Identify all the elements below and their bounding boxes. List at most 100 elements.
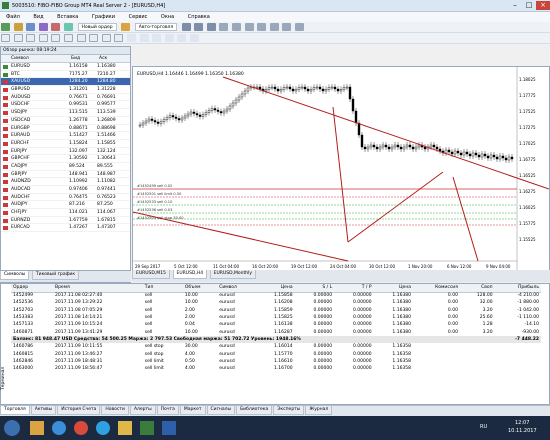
- trendline-icon[interactable]: [51, 34, 61, 42]
- chart-tab-m15[interactable]: EURUSD,M15: [132, 270, 170, 279]
- chrome-icon[interactable]: [74, 421, 88, 435]
- vertical-line-icon[interactable]: [26, 34, 36, 42]
- crosshair-icon[interactable]: [13, 34, 23, 42]
- menu-windows[interactable]: Окна: [155, 12, 180, 22]
- indicators-icon[interactable]: [269, 23, 279, 31]
- market-watch-row[interactable]: GBPCHF 1.30592 1.30643: [1, 155, 130, 163]
- terminal-tab[interactable]: Алерты: [129, 406, 156, 415]
- market-watch-row[interactable]: AUDJPY 87.216 87.250: [1, 201, 130, 210]
- col-header[interactable]: Цена: [255, 284, 295, 293]
- market-watch-row[interactable]: AUDNZD 1.10992 1.11082: [1, 178, 130, 186]
- terminal-tab[interactable]: Почта: [156, 406, 179, 415]
- period-m15-icon[interactable]: [152, 34, 162, 42]
- terminal-tab[interactable]: Маркет: [179, 406, 206, 415]
- col-header[interactable]: T / P: [334, 284, 374, 293]
- terminal-tab[interactable]: Журнал: [305, 406, 333, 415]
- order-row[interactable]: 1452499 2017.11.08 02:27:40 sell 10.00 eurus…: [11, 292, 541, 299]
- market-watch-row[interactable]: CADJPY 89.524 89.555: [1, 163, 130, 171]
- tab-tick-chart[interactable]: Тиковый график: [31, 271, 80, 280]
- tab-symbols[interactable]: Символы: [0, 271, 30, 280]
- col-header[interactable]: Время: [52, 284, 143, 293]
- market-watch-icon[interactable]: [26, 23, 36, 31]
- menu-charts[interactable]: Графики: [86, 12, 121, 22]
- menu-help[interactable]: Справка: [182, 12, 216, 22]
- zoom-in-icon[interactable]: [219, 23, 229, 31]
- horizontal-line-icon[interactable]: [38, 34, 48, 42]
- col-bid[interactable]: Бид: [71, 56, 80, 61]
- market-watch-row[interactable]: AUDCAD 0.97406 0.97441: [1, 186, 130, 194]
- word-icon[interactable]: [162, 421, 176, 435]
- market-watch-row[interactable]: CHFJPY 114.021 114.067: [1, 209, 130, 217]
- templates-icon[interactable]: [295, 23, 305, 31]
- periods-icon[interactable]: [282, 23, 292, 31]
- order-row[interactable]: 1452703 2017.11.08 07:05:29 sell 2.00 eurusd…: [11, 307, 541, 314]
- col-header[interactable]: Символ: [217, 284, 256, 293]
- col-header[interactable]: Тип: [142, 284, 183, 293]
- order-row[interactable]: 1457133 2017.11.09 10:15:24 sell 0.04 eurusd…: [11, 321, 541, 328]
- menu-view[interactable]: Вид: [27, 12, 49, 22]
- terminal-tab[interactable]: Эксперты: [273, 406, 305, 415]
- market-watch-row[interactable]: USDCHF 0.99531 0.99577: [1, 101, 130, 110]
- market-watch-row[interactable]: EURJPY 132.097 132.124: [1, 148, 130, 156]
- chart-window[interactable]: EURUSD,H4 1.16446 1.16499 1.16350 1.1638…: [132, 66, 550, 276]
- pending-order-row[interactable]: 1462846 2017.11.09 18:48:31 sell limit 0.50…: [11, 358, 541, 365]
- terminal-tab[interactable]: Торговля: [0, 406, 30, 415]
- col-header[interactable]: Комиссия: [413, 284, 460, 293]
- start-button[interactable]: [4, 420, 20, 436]
- zoom-out-icon[interactable]: [232, 23, 242, 31]
- clock-date[interactable]: 10.11.2017: [508, 428, 537, 434]
- language-indicator[interactable]: RU: [480, 424, 487, 430]
- label-icon[interactable]: [101, 34, 111, 42]
- order-row[interactable]: 1452536 2017.11.09 13:29:22 sell 10.00 eurus…: [11, 299, 541, 306]
- menu-file[interactable]: Файл: [0, 12, 26, 22]
- market-watch-row[interactable]: AUDCHF 0.76475 0.76523: [1, 194, 130, 202]
- autotrading-button[interactable]: Авто-торговля: [134, 23, 178, 31]
- terminal-tab[interactable]: Сигналы: [206, 406, 236, 415]
- profiles-icon[interactable]: [13, 23, 23, 31]
- period-d1-icon[interactable]: [189, 34, 199, 42]
- metatrader-icon[interactable]: [140, 421, 154, 435]
- explorer-icon[interactable]: [30, 421, 44, 435]
- new-order-button[interactable]: Новый ордер: [77, 23, 117, 31]
- col-header[interactable]: Цена: [373, 284, 414, 293]
- tile-icon[interactable]: [244, 23, 254, 31]
- period-m1-icon[interactable]: [126, 34, 136, 42]
- order-row[interactable]: 1460871 2017.11.09 13:41:29 sell 10.00 eurus…: [11, 328, 541, 335]
- market-watch-row[interactable]: EURAUD 1.51427 1.51466: [1, 132, 130, 140]
- arrow-icon[interactable]: [114, 34, 124, 42]
- pending-order-row[interactable]: 1460815 2017.11.09 13:46:27 sell stop 4.00 e…: [11, 350, 541, 357]
- market-watch-row[interactable]: GBPUSD 1.31201 1.31228: [1, 86, 130, 94]
- period-m5-icon[interactable]: [139, 34, 149, 42]
- close-button[interactable]: ×: [536, 1, 550, 10]
- chart-canvas[interactable]: EURUSD,H4 1.16446 1.16499 1.16350 1.1638…: [133, 67, 549, 271]
- menu-insert[interactable]: Вставка: [51, 12, 84, 22]
- terminal-tab[interactable]: История Счета: [57, 406, 101, 415]
- menu-tools[interactable]: Сервис: [123, 12, 154, 22]
- market-watch-row[interactable]: EURCAD 1.47267 1.47307: [1, 224, 130, 233]
- metaeditor-icon[interactable]: [121, 23, 131, 31]
- fibo-icon[interactable]: [76, 34, 86, 42]
- tester-icon[interactable]: [63, 23, 73, 31]
- skype-icon[interactable]: [96, 421, 110, 435]
- col-header[interactable]: Объем: [182, 284, 218, 293]
- col-header[interactable]: Своп: [459, 284, 495, 293]
- ie-icon[interactable]: [52, 421, 66, 435]
- col-header[interactable]: Ордер: [11, 284, 53, 293]
- market-watch-row[interactable]: EURNZD 1.67759 1.67815: [1, 217, 130, 225]
- new-chart-icon[interactable]: [1, 23, 10, 31]
- autoscroll-icon[interactable]: [257, 23, 267, 31]
- market-watch-row[interactable]: EURGBP 0.88671 0.88698: [1, 125, 130, 133]
- minimize-button[interactable]: –: [508, 1, 522, 10]
- terminal-icon[interactable]: [51, 23, 61, 31]
- col-header[interactable]: S / L: [294, 284, 335, 293]
- channel-icon[interactable]: [63, 34, 73, 42]
- col-symbol[interactable]: Символ: [11, 56, 29, 61]
- col-ask[interactable]: Аск: [99, 56, 107, 61]
- text-icon[interactable]: [89, 34, 99, 42]
- pending-order-row[interactable]: 1460786 2017.11.09 10:11:55 sell stop 30.00…: [11, 343, 541, 350]
- market-watch-row[interactable]: GBPJPY 148.941 148.987: [1, 171, 130, 179]
- market-watch-row[interactable]: XAUUSD 1284.20 1284.80: [1, 78, 130, 87]
- pending-order-row[interactable]: 1463000 2017.11.09 18:56:47 sell limit 4.00…: [11, 365, 541, 372]
- terminal-tab[interactable]: Новости: [101, 406, 129, 415]
- bar-chart-icon[interactable]: [181, 23, 191, 31]
